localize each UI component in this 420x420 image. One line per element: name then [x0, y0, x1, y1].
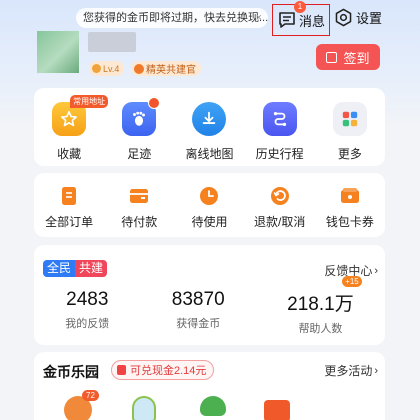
clock-icon	[200, 187, 219, 205]
order-wallet-coupons[interactable]: 钱包卡券	[315, 185, 385, 230]
grid-icon	[332, 102, 367, 136]
stat-coins-earned[interactable]: 83870 获得金币	[172, 289, 225, 336]
messages-badge: 1	[294, 1, 306, 13]
quick-tool-footprints[interactable]: 足迹	[104, 97, 174, 162]
quick-tool-label: 足迹	[127, 147, 152, 161]
increment-badge: +15	[342, 276, 362, 287]
order-pending-payment[interactable]: 待付款	[104, 185, 174, 230]
money-bag-badge: 72	[82, 390, 99, 401]
community-card: 全民 共建 反馈中心 › 2483 我的反馈 83870 获得金币 +15 21…	[34, 245, 385, 345]
chevron-right-icon: ›	[374, 364, 378, 377]
message-icon	[279, 12, 295, 28]
settings-label: 设置	[356, 11, 383, 26]
quick-tool-label: 收藏	[57, 147, 82, 161]
quick-tool-more[interactable]: 更多	[315, 102, 385, 162]
stat-value: 218.1万	[287, 294, 354, 315]
route-icon	[262, 102, 297, 136]
avatar[interactable]	[37, 31, 79, 73]
coin-park-card: 金币乐园 可兑现金2.14元 更多活动 › 72	[34, 352, 385, 420]
stat-label: 我的反馈	[65, 318, 110, 330]
quick-tool-offline-map[interactable]: 离线地图	[174, 102, 244, 162]
stat-people-helped[interactable]: +15 218.1万 帮助人数	[287, 276, 362, 336]
tree-icon[interactable]	[200, 396, 226, 416]
stat-label: 帮助人数	[298, 323, 343, 335]
order-label: 钱包卡券	[325, 215, 374, 229]
signin-button[interactable]: 签到	[316, 44, 380, 70]
cash-redeem-text: 可兑现金2.14元	[130, 365, 207, 377]
quick-tool-label: 更多	[337, 147, 362, 161]
refund-icon	[270, 187, 289, 205]
order-to-use[interactable]: 待使用	[174, 185, 244, 230]
order-refund-cancel[interactable]: 退款/取消	[245, 185, 315, 230]
messages-label: 消息	[299, 13, 326, 29]
notice-text: 您获得的金币即将过期，快去兑换现...	[83, 12, 268, 24]
stat-value: 83870	[171, 289, 225, 310]
close-icon[interactable]: ×	[256, 8, 262, 28]
community-badge: 全民 共建	[43, 260, 108, 277]
common-address-tag: 常用地址	[70, 95, 109, 108]
stat-label: 获得金币	[176, 318, 221, 330]
red-envelope-icon	[117, 365, 126, 375]
coin-expiry-notice[interactable]: 您获得的金币即将过期，快去兑换现... ×	[76, 8, 268, 28]
quick-tool-label: 离线地图	[185, 147, 234, 161]
contributor-title: 精英共建官	[146, 65, 196, 76]
refresh-badge-icon	[148, 97, 161, 109]
more-activities-link[interactable]: 更多活动 ›	[324, 362, 378, 379]
quick-tool-trip-history[interactable]: 历史行程	[245, 102, 315, 162]
stat-value: 2483	[66, 289, 109, 310]
calendar-check-icon	[326, 51, 338, 63]
medal-icon	[134, 63, 144, 74]
contributor-badge[interactable]: 精英共建官	[131, 61, 201, 76]
quick-tool-favorites[interactable]: 常用地址 收藏	[34, 95, 109, 162]
quick-tool-label: 历史行程	[255, 147, 304, 161]
snowman-icon[interactable]	[132, 396, 156, 420]
stat-my-feedback[interactable]: 2483 我的反馈	[65, 289, 109, 336]
download-icon	[192, 102, 227, 136]
badge-right-text: 共建	[75, 260, 108, 277]
badge-left-text: 全民	[43, 260, 76, 277]
signin-label: 签到	[343, 50, 370, 66]
order-label: 待付款	[121, 215, 158, 229]
quick-tools-card: 常用地址 收藏 足迹 离线地图 历史行程 更多	[34, 88, 385, 166]
cash-redeem-pill[interactable]: 可兑现金2.14元	[111, 360, 215, 380]
order-label: 全部订单	[45, 215, 94, 229]
more-activities-label: 更多活动	[324, 364, 373, 378]
order-label: 退款/取消	[253, 215, 306, 229]
level-badge[interactable]: Lv.4	[89, 61, 125, 76]
wallet-icon	[130, 189, 149, 203]
chevron-right-icon: ›	[374, 264, 378, 277]
order-list-icon	[62, 187, 77, 205]
order-all[interactable]: 全部订单	[34, 185, 104, 230]
coupon-icon	[340, 188, 359, 203]
level-text: Lv.4	[103, 63, 120, 74]
order-label: 待使用	[191, 215, 228, 229]
gear-icon	[335, 8, 352, 27]
level-icon	[92, 64, 101, 73]
settings-button[interactable]: 设置	[334, 8, 382, 27]
username-redacted[interactable]	[88, 32, 136, 52]
coin-park-title: 金币乐园	[43, 364, 99, 380]
gift-box-icon[interactable]	[264, 400, 290, 420]
orders-card: 全部订单 待付款 待使用 退款/取消 钱包卡券	[34, 173, 385, 237]
